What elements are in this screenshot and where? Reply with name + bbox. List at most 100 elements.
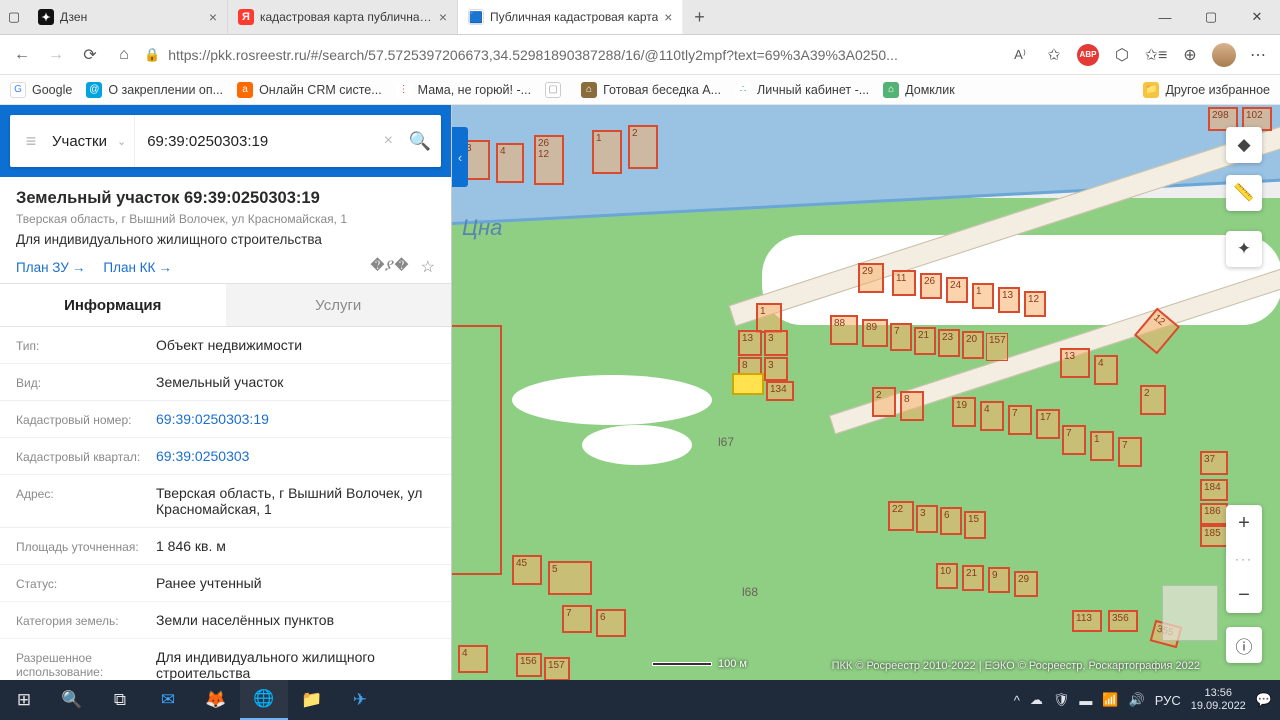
category-selector[interactable]: Участки ⌄ <box>52 115 135 167</box>
tab-info[interactable]: Информация <box>0 284 226 326</box>
info-row: Разрешенное использование:Для индивидуал… <box>0 639 451 680</box>
more-menu-icon[interactable]: ⋯ <box>1244 41 1272 69</box>
arrow-right-icon: → <box>72 260 86 275</box>
info-value: Объект недвижимости <box>156 337 435 353</box>
abp-icon[interactable]: ABP <box>1074 41 1102 69</box>
search-icon[interactable]: 🔍 <box>399 131 441 152</box>
battery-icon[interactable]: ▬ <box>1079 693 1092 708</box>
other-favorites[interactable]: 📁Другое избранное <box>1143 82 1270 98</box>
back-button[interactable]: ← <box>8 41 36 69</box>
arrow-right-icon: → <box>158 260 172 275</box>
favorite-icon[interactable]: ✩ <box>1040 41 1068 69</box>
translate-icon[interactable]: �ያ� <box>370 257 408 277</box>
telegram-icon[interactable]: ✈ <box>336 680 384 720</box>
panel-tabs: Информация Услуги <box>0 283 451 327</box>
bookmark-item[interactable]: ⌂Домклик <box>883 82 955 98</box>
bookmark-item[interactable]: ∴Личный кабинет -... <box>735 82 869 98</box>
security-icon[interactable]: 🛡 <box>1053 692 1070 708</box>
quarter-label: l68 <box>742 585 758 599</box>
search-taskbar-icon[interactable]: 🔍 <box>48 680 96 720</box>
minimap[interactable] <box>1162 585 1218 641</box>
info-value: Ранее учтенный <box>156 575 435 591</box>
collapse-panel-button[interactable]: ‹ <box>452 127 468 187</box>
info-row: Кадастровый номер:69:39:0250303:19 <box>0 401 451 438</box>
zoom-in-button[interactable]: + <box>1226 505 1262 541</box>
close-icon[interactable]: × <box>439 9 447 25</box>
locate-button[interactable]: ✦ <box>1226 231 1262 267</box>
info-row: Категория земель:Земли населённых пункто… <box>0 602 451 639</box>
info-button[interactable]: ⓘ <box>1226 627 1262 663</box>
edge-icon[interactable]: 🌐 <box>240 680 288 720</box>
start-button[interactable]: ⊞ <box>0 680 48 720</box>
bookmark-item[interactable]: @О закреплении оп... <box>86 82 223 98</box>
info-label: Тип: <box>16 337 156 353</box>
info-label: Категория земель: <box>16 612 156 628</box>
refresh-button[interactable]: ⟳ <box>76 41 104 69</box>
info-table[interactable]: Тип:Объект недвижимости Вид:Земельный уча… <box>0 327 451 680</box>
extension-icon[interactable]: ⬡ <box>1108 41 1136 69</box>
map-scale: 100 м <box>652 658 747 670</box>
star-icon[interactable]: ☆ <box>421 257 435 277</box>
bookmark-item[interactable]: ⌂Готовая беседка А... <box>581 82 721 98</box>
lang-indicator[interactable]: РУС <box>1155 693 1181 708</box>
browser-tab[interactable]: Я кадастровая карта публичная - × <box>228 0 458 34</box>
minimize-button[interactable]: — <box>1142 0 1188 34</box>
object-address-small: Тверская область, г Вышний Волочек, ул К… <box>16 212 435 226</box>
info-value: Земельный участок <box>156 374 435 390</box>
info-value: Тверская область, г Вышний Волочек, ул К… <box>156 485 435 517</box>
map-canvas[interactable]: Цна 3 4 26 12 1 2 102 298 29 11 26 24 1 … <box>452 105 1280 680</box>
bookmark-item[interactable]: GGoogle <box>10 82 72 98</box>
zoom-slider[interactable]: ··· <box>1226 541 1262 577</box>
bookmark-item[interactable]: ⋮Мама, не горюй! -... <box>396 82 531 98</box>
info-value: Для индивидуального жилищного строительс… <box>156 649 435 680</box>
search-input[interactable]: 69:39:0250303:19 <box>135 133 377 150</box>
info-label: Адрес: <box>16 485 156 517</box>
browser-tab[interactable]: ✦ Дзен × <box>28 0 228 34</box>
volume-icon[interactable]: 🔊 <box>1129 692 1145 708</box>
clear-search-icon[interactable]: × <box>378 132 399 150</box>
info-row: Площадь уточненная:1 846 кв. м <box>0 528 451 565</box>
explorer-icon[interactable]: 📁 <box>288 680 336 720</box>
info-value[interactable]: 69:39:0250303 <box>156 448 435 464</box>
clock[interactable]: 13:56 19.09.2022 <box>1191 687 1246 712</box>
favorites-list-icon[interactable]: ✩≡ <box>1142 41 1170 69</box>
plan-kk-link[interactable]: План КК→ <box>103 260 172 275</box>
tab-actions-icon[interactable]: ▢ <box>0 0 28 34</box>
wifi-icon[interactable]: 📶 <box>1102 692 1118 708</box>
system-tray: ^ ☁ 🛡 ▬ 📶 🔊 РУС 13:56 19.09.2022 💬 <box>1014 687 1280 712</box>
mail-app-icon[interactable]: ✉ <box>144 680 192 720</box>
close-icon[interactable]: × <box>209 9 217 25</box>
selected-parcel[interactable] <box>732 373 764 395</box>
reader-mode-icon[interactable]: A⁾ <box>1006 41 1034 69</box>
home-button[interactable]: ⌂ <box>110 41 138 69</box>
address-bar[interactable]: 🔒 https://pkk.rosreestr.ru/#/search/57.5… <box>144 47 1000 63</box>
info-row: Вид:Земельный участок <box>0 364 451 401</box>
info-label: Кадастровый номер: <box>16 411 156 427</box>
collections-icon[interactable]: ⊕ <box>1176 41 1204 69</box>
plan-zu-link[interactable]: План ЗУ→ <box>16 260 85 275</box>
search-bar-wrap: ≡ Участки ⌄ 69:39:0250303:19 × 🔍 <box>0 105 451 177</box>
bookmark-item[interactable]: ▢ <box>545 82 567 98</box>
close-icon[interactable]: × <box>664 9 672 25</box>
maximize-button[interactable]: ▢ <box>1188 0 1234 34</box>
bookmark-item[interactable]: aОнлайн CRM систе... <box>237 82 382 98</box>
favicon: ✦ <box>38 9 54 25</box>
measure-button[interactable]: 📏 <box>1226 175 1262 211</box>
new-tab-button[interactable]: + <box>683 0 715 34</box>
profile-avatar[interactable] <box>1210 41 1238 69</box>
notifications-icon[interactable]: 💬 <box>1256 692 1272 708</box>
close-window-button[interactable]: ✕ <box>1234 0 1280 34</box>
layers-button[interactable]: ◆ <box>1226 127 1262 163</box>
browser-tab-strip: ▢ ✦ Дзен × Я кадастровая карта публичная… <box>0 0 1280 35</box>
onedrive-icon[interactable]: ☁ <box>1030 692 1043 708</box>
firefox-icon[interactable]: 🦊 <box>192 680 240 720</box>
menu-icon[interactable]: ≡ <box>10 131 52 152</box>
zoom-out-button[interactable]: − <box>1226 577 1262 613</box>
tray-chevron-icon[interactable]: ^ <box>1014 693 1020 708</box>
browser-tab-active[interactable]: 🟦 Публичная кадастровая карта × <box>458 0 683 34</box>
tab-services[interactable]: Услуги <box>226 284 452 326</box>
tab-title: кадастровая карта публичная - <box>260 10 433 24</box>
page-content: ≡ Участки ⌄ 69:39:0250303:19 × 🔍 Земельн… <box>0 105 1280 680</box>
info-value[interactable]: 69:39:0250303:19 <box>156 411 435 427</box>
taskview-icon[interactable]: ⧉ <box>96 680 144 720</box>
